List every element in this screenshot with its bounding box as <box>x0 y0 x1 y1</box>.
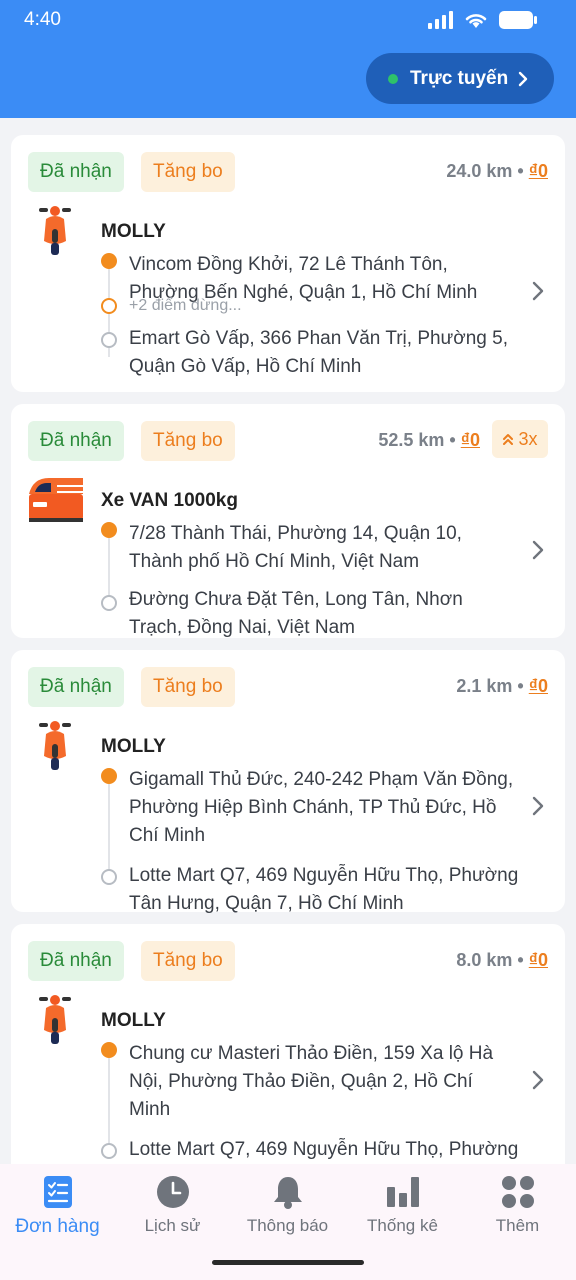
price: ₫0 <box>528 676 548 696</box>
dropoff-dot-icon <box>101 869 117 885</box>
nav-label: Lịch sử <box>144 1216 201 1235</box>
price: ₫0 <box>528 161 548 181</box>
scooter-icon <box>39 206 71 255</box>
distance: 52.5 km <box>378 430 445 450</box>
nav-notifications[interactable]: Thông báo <box>230 1164 345 1244</box>
status-tag: Đã nhận <box>28 941 124 981</box>
grid-icon <box>501 1174 535 1210</box>
boost-tag: Tăng bo <box>141 941 235 981</box>
dropoff-address: Lotte Mart Q7, 469 Nguyễn Hữu Thọ, Phườn… <box>129 865 519 914</box>
status-time: 4:40 <box>24 9 61 30</box>
signal-icon <box>428 11 453 29</box>
bar-chart-icon <box>386 1174 420 1210</box>
status-bar: 4:40 <box>0 0 576 40</box>
dropoff-address: Emart Gò Vấp, 366 Phan Văn Trị, Phường 5… <box>129 328 508 377</box>
vehicle-name: MOLLY <box>101 736 166 757</box>
pickup-dot-icon <box>101 768 117 784</box>
nav-label: Thống kê <box>367 1216 438 1235</box>
scooter-icon <box>39 721 71 770</box>
surge-label: 3x <box>518 428 538 449</box>
route-line <box>108 784 110 874</box>
distance-price: 2.1 km • ₫0 <box>456 676 548 696</box>
price: ₫0 <box>460 430 480 450</box>
route-line <box>108 538 110 600</box>
clock-icon <box>156 1174 190 1210</box>
chevron-right-icon[interactable] <box>531 795 545 817</box>
order-card[interactable]: Đã nhận Tăng bo 8.0 km • ₫0 MOLLY Chung … <box>11 924 565 1164</box>
dropoff-address: Đường Chưa Đặt Tên, Long Tân, Nhơn Trạch… <box>129 589 463 638</box>
online-status-button[interactable]: Trực tuyến <box>366 53 554 104</box>
chevron-right-icon <box>518 71 528 87</box>
bell-icon <box>273 1174 303 1210</box>
pickup-address: 7/28 Thành Thái, Phường 14, Quận 10, Thà… <box>129 523 462 572</box>
status-tag: Đã nhận <box>28 152 124 192</box>
boost-tag: Tăng bo <box>141 667 235 707</box>
nav-history[interactable]: Lịch sử <box>115 1164 230 1244</box>
vehicle-name: Xe VAN 1000kg <box>101 490 238 511</box>
nav-label: Đơn hàng <box>15 1216 100 1237</box>
pickup-address: Gigamall Thủ Đức, 240-242 Phạm Văn Đồng,… <box>129 769 514 846</box>
app-header: 4:40 Trực tuyến <box>0 0 576 118</box>
home-indicator <box>212 1260 364 1265</box>
price: ₫0 <box>528 950 548 970</box>
distance: 24.0 km <box>446 161 513 181</box>
status-tag: Đã nhận <box>28 421 124 461</box>
distance: 8.0 km <box>456 950 513 970</box>
orders-icon <box>43 1174 73 1210</box>
dropoff-dot-icon <box>101 1143 117 1159</box>
pickup-dot-icon <box>101 1042 117 1058</box>
distance-price: 52.5 km • ₫0 <box>378 430 480 450</box>
pickup-dot-icon <box>101 253 117 269</box>
nav-label: Thêm <box>495 1216 540 1235</box>
chevron-right-icon[interactable] <box>531 1069 545 1091</box>
distance: 2.1 km <box>456 676 513 696</box>
pickup-address: Chung cư Masteri Thảo Điền, 159 Xa lộ Hà… <box>129 1043 494 1120</box>
stop-dot-icon <box>101 298 117 314</box>
extra-stops[interactable]: +2 điểm dừng... <box>129 297 242 315</box>
scooter-icon <box>39 995 71 1044</box>
boost-tag: Tăng bo <box>141 152 235 192</box>
dropoff-address: Lotte Mart Q7, 469 Nguyễn Hữu Thọ, Phườn… <box>129 1139 519 1160</box>
van-icon <box>29 478 83 522</box>
battery-icon <box>499 11 537 29</box>
dropoff-dot-icon <box>101 332 117 348</box>
chevron-right-icon[interactable] <box>531 280 545 302</box>
order-list[interactable]: Đã nhận Tăng bo 24.0 km • ₫0 MOLLY Vinco… <box>0 118 576 1164</box>
route-line <box>108 1058 110 1148</box>
pickup-dot-icon <box>101 522 117 538</box>
vehicle-name: MOLLY <box>101 221 166 242</box>
online-dot-icon <box>388 73 398 84</box>
vehicle-name: MOLLY <box>101 1010 166 1031</box>
online-label: Trực tuyến <box>410 67 509 89</box>
order-card[interactable]: Đã nhận Tăng bo 24.0 km • ₫0 MOLLY Vinco… <box>11 135 565 392</box>
order-card[interactable]: Đã nhận Tăng bo 2.1 km • ₫0 MOLLY Gigama… <box>11 650 565 914</box>
status-tag: Đã nhận <box>28 667 124 707</box>
wifi-icon <box>465 14 487 28</box>
chevron-right-icon[interactable] <box>531 539 545 561</box>
double-chevron-up-icon <box>503 434 514 445</box>
nav-orders[interactable]: Đơn hàng <box>0 1164 115 1244</box>
nav-label: Thông báo <box>246 1216 329 1235</box>
nav-more[interactable]: Thêm <box>460 1164 575 1244</box>
dropoff-dot-icon <box>101 595 117 611</box>
boost-tag: Tăng bo <box>141 421 235 461</box>
distance-price: 24.0 km • ₫0 <box>446 161 548 181</box>
system-icons <box>428 10 538 30</box>
order-card[interactable]: Đã nhận Tăng bo 52.5 km • ₫0 3x Xe VAN 1… <box>11 404 565 638</box>
distance-price: 8.0 km • ₫0 <box>456 950 548 970</box>
surge-badge: 3x <box>492 420 548 458</box>
nav-stats[interactable]: Thống kê <box>345 1164 460 1244</box>
